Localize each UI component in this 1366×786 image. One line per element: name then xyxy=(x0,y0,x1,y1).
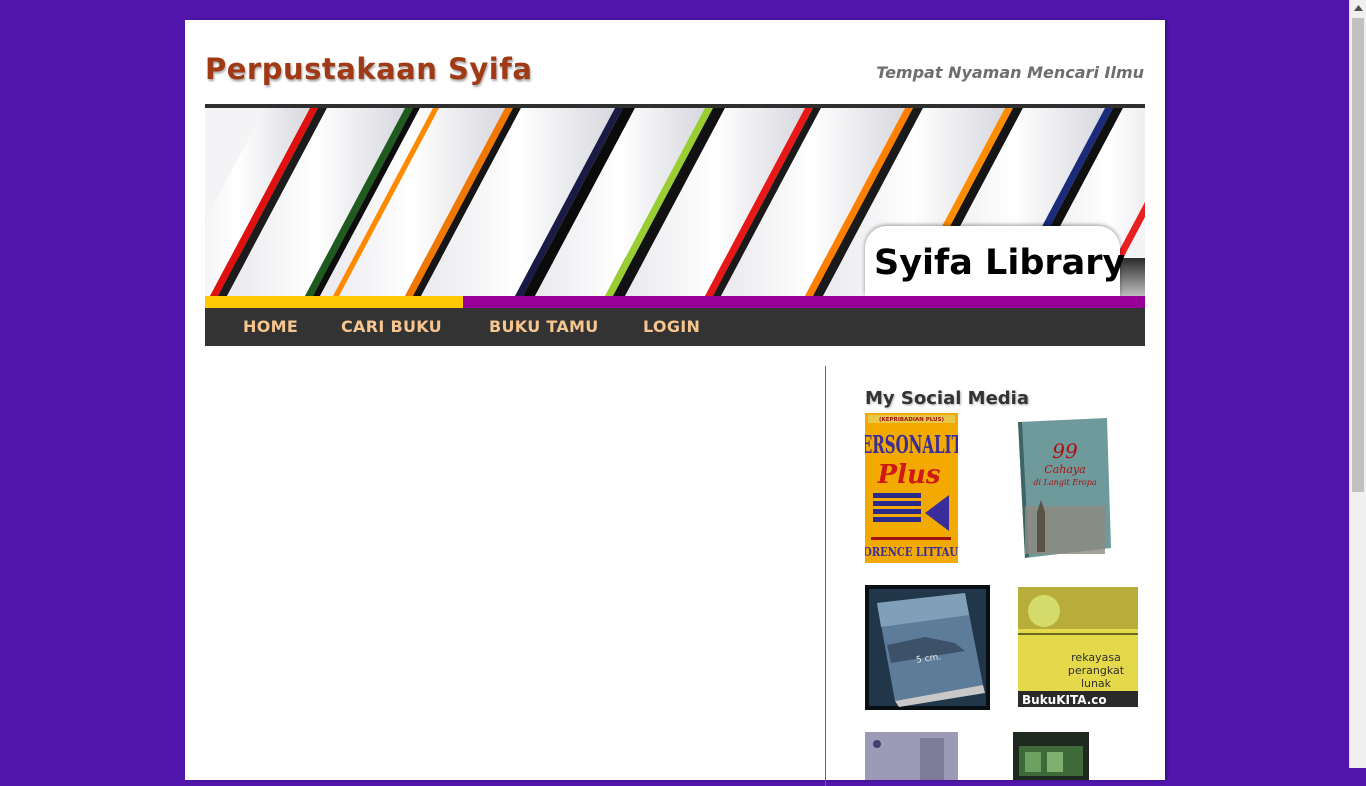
book-cover-6[interactable] xyxy=(1013,732,1089,780)
site-tagline: Tempat Nyaman Mencari Ilmu xyxy=(876,63,1144,82)
nav-buku-tamu[interactable]: BUKU TAMU xyxy=(489,308,599,346)
cover-4-title-line-1: rekayasa xyxy=(1071,651,1121,664)
nav-login[interactable]: LOGIN xyxy=(643,308,700,346)
book-cover-image: (KEPRIBADIAN PLUS) PERSONALITY Plus FLOR… xyxy=(865,413,958,563)
cover-1-author: FLORENCE LITTAUER xyxy=(865,545,958,559)
main-navigation: HOME CARI BUKU BUKU TAMU LOGIN xyxy=(205,308,1145,346)
book-cover-99-cahaya[interactable]: 99 Cahaya di Langit Eropa xyxy=(1015,416,1113,559)
scrollbar-thumb[interactable] xyxy=(1352,18,1364,492)
book-cover-rekayasa-perangkat-lunak[interactable]: rekayasa perangkat lunak BukuKITA.co xyxy=(1016,585,1140,709)
book-cover-image xyxy=(1013,732,1089,780)
banner-badge-text: Syifa Library xyxy=(874,243,1126,283)
book-cover-5[interactable] xyxy=(865,732,958,780)
scroll-up-arrow-icon[interactable] xyxy=(1350,0,1366,17)
page-container: Perpustakaan Syifa Tempat Nyaman Mencari… xyxy=(185,20,1165,786)
book-cover-personality-plus[interactable]: (KEPRIBADIAN PLUS) PERSONALITY Plus FLOR… xyxy=(865,413,958,563)
header-banner: Syifa Library xyxy=(205,104,1145,308)
cover-4-publisher: BukuKITA.co xyxy=(1022,693,1107,707)
cover-1-title-line-3: Plus xyxy=(877,460,941,490)
book-cover-image: 5 cm. xyxy=(865,585,990,710)
banner-stripe-yellow xyxy=(205,296,463,308)
cover-2-title-line-3: di Langit Eropa xyxy=(1033,478,1096,487)
cover-2-title-line-2: Cahaya xyxy=(1044,463,1085,476)
book-cover-image xyxy=(865,732,958,780)
book-cover-5-cm[interactable]: 5 cm. xyxy=(865,585,990,710)
site-title[interactable]: Perpustakaan Syifa xyxy=(205,52,532,86)
book-cover-image: 99 Cahaya di Langit Eropa xyxy=(1015,416,1113,559)
nav-cari-buku[interactable]: CARI BUKU xyxy=(341,308,442,346)
banner-stripe-purple xyxy=(463,296,1145,308)
sidebar-heading: My Social Media xyxy=(865,388,1029,409)
cover-1-title-line-2: PERSONALITY xyxy=(865,430,958,459)
content-sidebar-divider xyxy=(825,366,826,786)
cover-1-title-line-1: (KEPRIBADIAN PLUS) xyxy=(879,417,944,423)
nav-home[interactable]: HOME xyxy=(243,308,298,346)
cover-2-title-line-1: 99 xyxy=(1052,439,1078,463)
cover-4-title-line-2: perangkat xyxy=(1068,664,1125,677)
book-cover-image: rekayasa perangkat lunak BukuKITA.co xyxy=(1016,585,1140,709)
vertical-scrollbar[interactable] xyxy=(1349,0,1366,768)
cover-4-title-line-3: lunak xyxy=(1081,677,1112,690)
